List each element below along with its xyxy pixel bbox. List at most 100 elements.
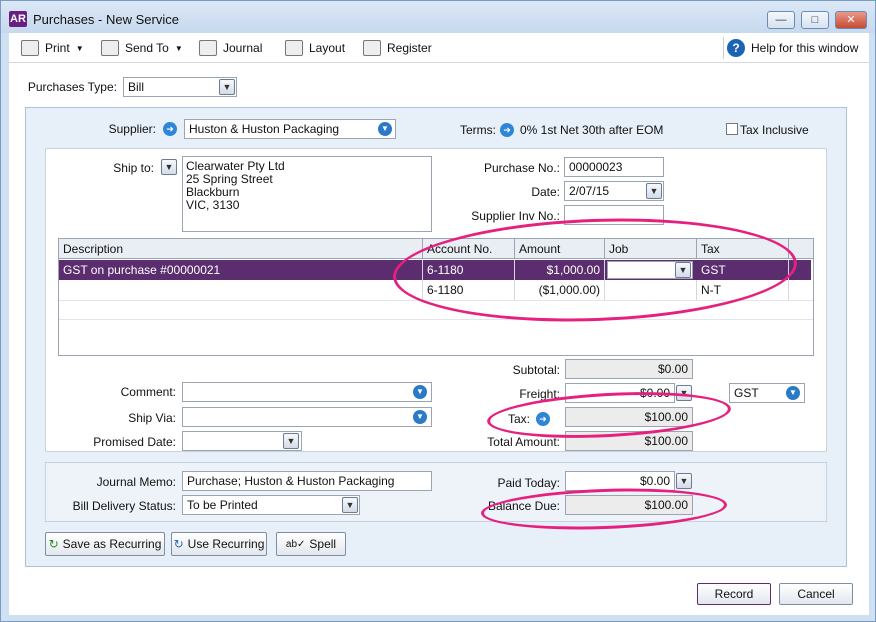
dropdown-arrow-icon: ▼ — [174, 43, 183, 53]
send-to-label: Send To — [125, 41, 169, 55]
use-recurring-icon: ↻ — [173, 537, 184, 551]
subtotal-value: $0.00 — [657, 362, 688, 376]
job-dropdown-icon[interactable]: ▼ — [675, 262, 691, 278]
cell-description[interactable]: GST on purchase #00000021 — [59, 260, 423, 280]
save-as-recurring-button[interactable]: ↻ Save as Recurring — [45, 532, 165, 556]
supplier-arrow-icon[interactable]: ➜ — [163, 122, 177, 136]
purchase-no-field[interactable]: 00000023 — [564, 157, 664, 177]
toolbar: Print ▼ Send To ▼ Journal Layout Registe… — [9, 33, 869, 63]
tax-value: $100.00 — [644, 410, 688, 424]
freight-field[interactable]: $0.00 — [565, 383, 675, 403]
spell-button[interactable]: ab✓ Spell — [276, 532, 346, 556]
spell-check-icon: ab✓ — [285, 538, 306, 550]
help-icon: ? — [727, 39, 745, 57]
ship-via-label: Ship Via: — [128, 411, 176, 425]
purchase-type-label: Purchases Type: — [27, 80, 117, 94]
supplier-dropdown-icon[interactable]: ▼ — [378, 122, 392, 136]
help-button[interactable]: ? Help for this window — [727, 39, 858, 57]
use-recurring-button[interactable]: ↻ Use Recurring — [171, 532, 267, 556]
cell-amount[interactable]: ($1,000.00) — [515, 280, 605, 300]
purchase-type-dropdown-icon[interactable]: ▼ — [219, 79, 235, 95]
terms-value: 0% 1st Net 30th after EOM — [520, 123, 664, 137]
freight-label: Freight: — [519, 387, 560, 401]
use-recurring-label: Use Recurring — [187, 537, 265, 551]
cell-description[interactable] — [59, 280, 423, 300]
supplier-value: Huston & Huston Packaging — [189, 122, 340, 136]
window-title: Purchases - New Service — [33, 12, 179, 27]
cell-tax[interactable]: N-T — [697, 280, 789, 300]
layout-icon — [285, 40, 303, 56]
help-label: Help for this window — [751, 41, 859, 55]
cell-job[interactable] — [605, 280, 697, 300]
cell-amount[interactable]: $1,000.00 — [515, 260, 605, 280]
journal-memo-field[interactable]: Purchase; Huston & Huston Packaging — [182, 471, 432, 491]
ship-via-dropdown-icon[interactable]: ▼ — [413, 410, 427, 424]
close-button[interactable]: ✕ — [835, 11, 867, 29]
bill-delivery-dropdown-icon[interactable]: ▼ — [342, 497, 358, 513]
tax-inclusive-checkbox[interactable] — [726, 123, 738, 135]
supplier-inv-field[interactable] — [564, 205, 664, 225]
purchases-window: AR Purchases - New Service — □ ✕ Print ▼… — [0, 0, 876, 622]
ship-via-field[interactable] — [182, 407, 432, 427]
cancel-label: Cancel — [797, 587, 835, 601]
paid-today-field[interactable]: $0.00 — [565, 471, 675, 491]
supplier-inv-label: Supplier Inv No.: — [471, 209, 560, 223]
tax-arrow-icon[interactable]: ➜ — [536, 412, 550, 426]
send-to-button[interactable]: Send To ▼ — [101, 39, 183, 57]
ship-to-address[interactable]: Clearwater Pty Ltd 25 Spring Street Blac… — [182, 156, 432, 232]
cell-tax[interactable]: GST — [697, 260, 789, 280]
cell-account[interactable]: 6-1180 — [423, 260, 515, 280]
ship-to-label: Ship to: — [113, 161, 154, 175]
tax-field: $100.00 — [565, 407, 693, 427]
supplier-field[interactable]: Huston & Huston Packaging — [184, 119, 396, 139]
record-label: Record — [714, 587, 754, 601]
bill-delivery-value: To be Printed — [187, 498, 258, 512]
table-row-empty[interactable] — [59, 300, 813, 320]
journal-memo-value: Purchase; Huston & Huston Packaging — [187, 474, 395, 488]
register-icon — [363, 40, 381, 56]
register-button[interactable]: Register — [363, 39, 432, 57]
promised-date-picker-icon[interactable]: ▼ — [283, 433, 299, 449]
recurring-save-icon: ↻ — [48, 537, 59, 551]
title-bar: AR Purchases - New Service — □ ✕ — [1, 1, 875, 33]
send-icon — [101, 40, 119, 56]
paid-today-dropdown-icon[interactable]: ▼ — [676, 473, 692, 489]
ship-to-dropdown-icon[interactable]: ▼ — [161, 159, 177, 175]
cell-account[interactable]: 6-1180 — [423, 280, 515, 300]
journal-button[interactable]: Journal — [199, 39, 262, 57]
balance-due-label: Balance Due: — [487, 499, 560, 513]
column-header-description[interactable]: Description — [59, 239, 423, 259]
bill-delivery-select[interactable]: To be Printed — [182, 495, 360, 515]
column-header-tax[interactable]: Tax — [697, 239, 789, 259]
layout-button[interactable]: Layout — [285, 39, 345, 57]
minimize-button[interactable]: — — [767, 11, 795, 29]
journal-icon — [199, 40, 217, 56]
freight-dropdown-icon[interactable]: ▼ — [676, 385, 692, 401]
subtotal-field: $0.00 — [565, 359, 693, 379]
date-picker-icon[interactable]: ▼ — [646, 183, 662, 199]
terms-arrow-icon[interactable]: ➜ — [500, 123, 514, 137]
paid-today-value: $0.00 — [639, 474, 670, 488]
total-amount-label: Total Amount: — [487, 435, 560, 449]
column-header-job[interactable]: Job — [605, 239, 697, 259]
print-button[interactable]: Print ▼ — [21, 39, 84, 57]
comment-field[interactable] — [182, 382, 432, 402]
comment-label: Comment: — [120, 385, 176, 399]
form-content: Purchases Type: Bill ▼ Supplier: ➜ Husto… — [9, 63, 869, 615]
line-items-grid: Description Account No. Amount Job Tax G… — [58, 238, 814, 356]
freight-tax-value: GST — [734, 386, 759, 400]
freight-tax-dropdown-icon[interactable]: ▼ — [786, 386, 800, 400]
tax-label: Tax: — [507, 412, 530, 426]
column-header-amount[interactable]: Amount — [515, 239, 605, 259]
record-button[interactable]: Record — [697, 583, 771, 605]
maximize-button[interactable]: □ — [801, 11, 829, 29]
freight-value: $0.00 — [639, 386, 670, 400]
subtotal-label: Subtotal: — [512, 363, 560, 377]
journal-label: Journal — [223, 41, 263, 55]
cancel-button[interactable]: Cancel — [779, 583, 853, 605]
layout-label: Layout — [309, 41, 346, 55]
column-header-account[interactable]: Account No. — [423, 239, 515, 259]
save-as-recurring-label: Save as Recurring — [62, 537, 162, 551]
comment-dropdown-icon[interactable]: ▼ — [413, 385, 427, 399]
balance-due-field: $100.00 — [565, 495, 693, 515]
